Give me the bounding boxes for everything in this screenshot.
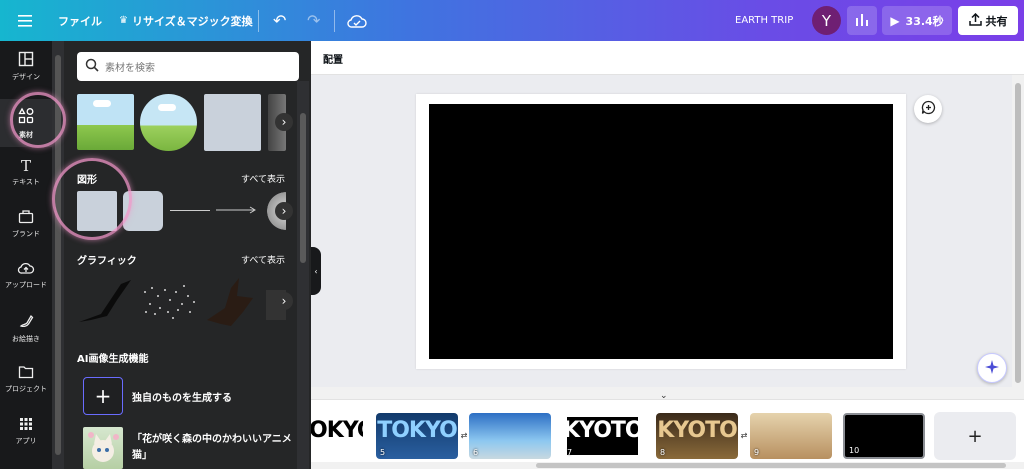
black-rectangle[interactable] (429, 104, 893, 359)
layout-icon (18, 51, 34, 70)
analytics-button[interactable] (847, 6, 877, 35)
rail-label: お絵描き (12, 335, 40, 343)
thumb-word: OKYO (311, 418, 363, 443)
page-number: 6 (473, 448, 479, 457)
undo-icon[interactable]: ↶ (273, 0, 286, 41)
page-thumb[interactable]: KYOTO 7 (563, 413, 642, 459)
position-button[interactable]: 配置 (323, 51, 343, 66)
page-thumb-selected[interactable]: 10 (843, 413, 925, 459)
shape-line[interactable] (170, 210, 210, 211)
page-number: 8 (660, 448, 666, 457)
thumb-word: TOKYO (377, 418, 458, 443)
rail-item-apps[interactable]: アプリ (0, 417, 52, 446)
generate-label[interactable]: 独自のものを生成する (132, 389, 232, 404)
graphics-title: グラフィック (77, 256, 137, 267)
play-time: 33.4秒 (905, 14, 944, 28)
rail-label: アプリ (15, 437, 37, 445)
highlight-circle (10, 92, 66, 148)
text-icon: T (20, 157, 31, 175)
suggestion-thumbnail[interactable] (83, 427, 123, 469)
frame-landscape-rect[interactable] (77, 94, 134, 150)
add-page-button[interactable]: + (934, 412, 1016, 460)
panel-scrollbar[interactable] (297, 81, 309, 469)
rail-label: デザイン (12, 73, 40, 81)
page-number: 9 (754, 448, 760, 457)
rail-item-design[interactable]: デザイン (0, 51, 52, 82)
crown-icon: ♛ (119, 15, 128, 26)
chevron-right-icon[interactable]: › (275, 292, 293, 310)
magic-assistant-button[interactable] (977, 353, 1007, 383)
comment-add-icon (921, 100, 936, 118)
share-label: 共有 (985, 14, 1008, 28)
page-number: 7 (567, 448, 573, 457)
rail-label: ブランド (12, 230, 40, 238)
thumb-word: KYOTO (563, 418, 642, 443)
editor-toolbar: 配置 (311, 41, 1024, 75)
graphic-birds-flock[interactable] (140, 282, 198, 322)
divider (258, 10, 259, 32)
rail-item-projects[interactable]: プロジェクト (0, 365, 52, 394)
page-thumb[interactable]: 9 (750, 413, 832, 459)
chevron-right-icon[interactable]: › (275, 113, 293, 131)
cloud-save-icon[interactable] (347, 0, 367, 41)
rail-item-upload[interactable]: アップロード (0, 261, 52, 290)
draw-icon (18, 313, 34, 332)
search-icon (85, 58, 99, 75)
design-title[interactable]: EARTH TRIP (735, 0, 793, 41)
apps-icon (19, 417, 33, 434)
folder-icon (18, 365, 34, 382)
present-button[interactable]: ▶ 33.4秒 (882, 6, 952, 35)
rail-item-draw[interactable]: お絵描き (0, 313, 52, 344)
ai-title: AI画像生成機能 (77, 354, 149, 365)
hamburger-icon[interactable] (18, 0, 34, 41)
suggestion-label[interactable]: 「花が咲く森の中のかわいいアニメ猫」 (132, 432, 292, 464)
rail-label: プロジェクト (5, 385, 47, 393)
graphic-bird[interactable] (77, 278, 137, 324)
highlight-circle (52, 158, 132, 240)
transition-icon[interactable]: ⇄ (738, 429, 750, 441)
canvas-vertical-scrollbar[interactable] (1012, 75, 1024, 387)
bar-chart-icon (855, 13, 869, 29)
upload-icon (968, 12, 982, 29)
frame-landscape-circle[interactable] (140, 94, 197, 151)
page-number: 5 (380, 448, 386, 457)
top-bar: ファイル ♛ リサイズ＆マジック変換 ↶ ↷ EARTH TRIP Y ▶ 33… (0, 0, 1024, 41)
frame-square[interactable] (204, 94, 261, 151)
upload-icon (17, 261, 35, 278)
sparkle-icon (984, 359, 1000, 378)
chevron-right-icon[interactable]: › (275, 202, 293, 220)
search-input[interactable]: 素材を検索 (77, 52, 299, 81)
play-icon: ▶ (890, 13, 900, 28)
page-thumb[interactable]: KYOTO 8 (656, 413, 738, 459)
rail-label: アップロード (5, 281, 47, 289)
rail-label: テキスト (12, 178, 40, 186)
page-number: 10 (849, 446, 860, 455)
resize-menu[interactable]: ♛ リサイズ＆マジック変換 (119, 0, 253, 41)
rail-item-brand[interactable]: ブランド (0, 209, 52, 239)
design-page[interactable] (416, 94, 906, 369)
share-button[interactable]: 共有 (958, 6, 1018, 35)
redo-icon[interactable]: ↷ (307, 0, 320, 41)
page-thumb[interactable]: OKYO (311, 413, 363, 459)
avatar[interactable]: Y (812, 6, 841, 35)
plus-icon: + (94, 384, 112, 408)
page-thumb[interactable]: 6 (469, 413, 551, 459)
thumb-word: KYOTO (657, 418, 738, 443)
generate-button[interactable]: + (83, 377, 123, 415)
graphics-see-all[interactable]: すべて表示 (241, 253, 285, 266)
divider (334, 10, 335, 32)
comment-button[interactable] (914, 95, 942, 123)
search-placeholder: 素材を検索 (105, 63, 155, 74)
shapes-see-all[interactable]: すべて表示 (241, 172, 285, 185)
file-menu[interactable]: ファイル (58, 0, 102, 41)
page-thumb[interactable]: TOKYO 5 (376, 413, 458, 459)
shape-arrow[interactable] (216, 204, 258, 216)
graphic-eagle[interactable] (203, 276, 261, 328)
collapse-panel-handle[interactable]: ‹ (311, 247, 321, 295)
rail-item-text[interactable]: T テキスト (0, 157, 52, 187)
brand-icon (18, 209, 34, 227)
filmstrip-scrollbar[interactable] (311, 462, 1024, 469)
resize-label: リサイズ＆マジック変換 (131, 14, 253, 28)
